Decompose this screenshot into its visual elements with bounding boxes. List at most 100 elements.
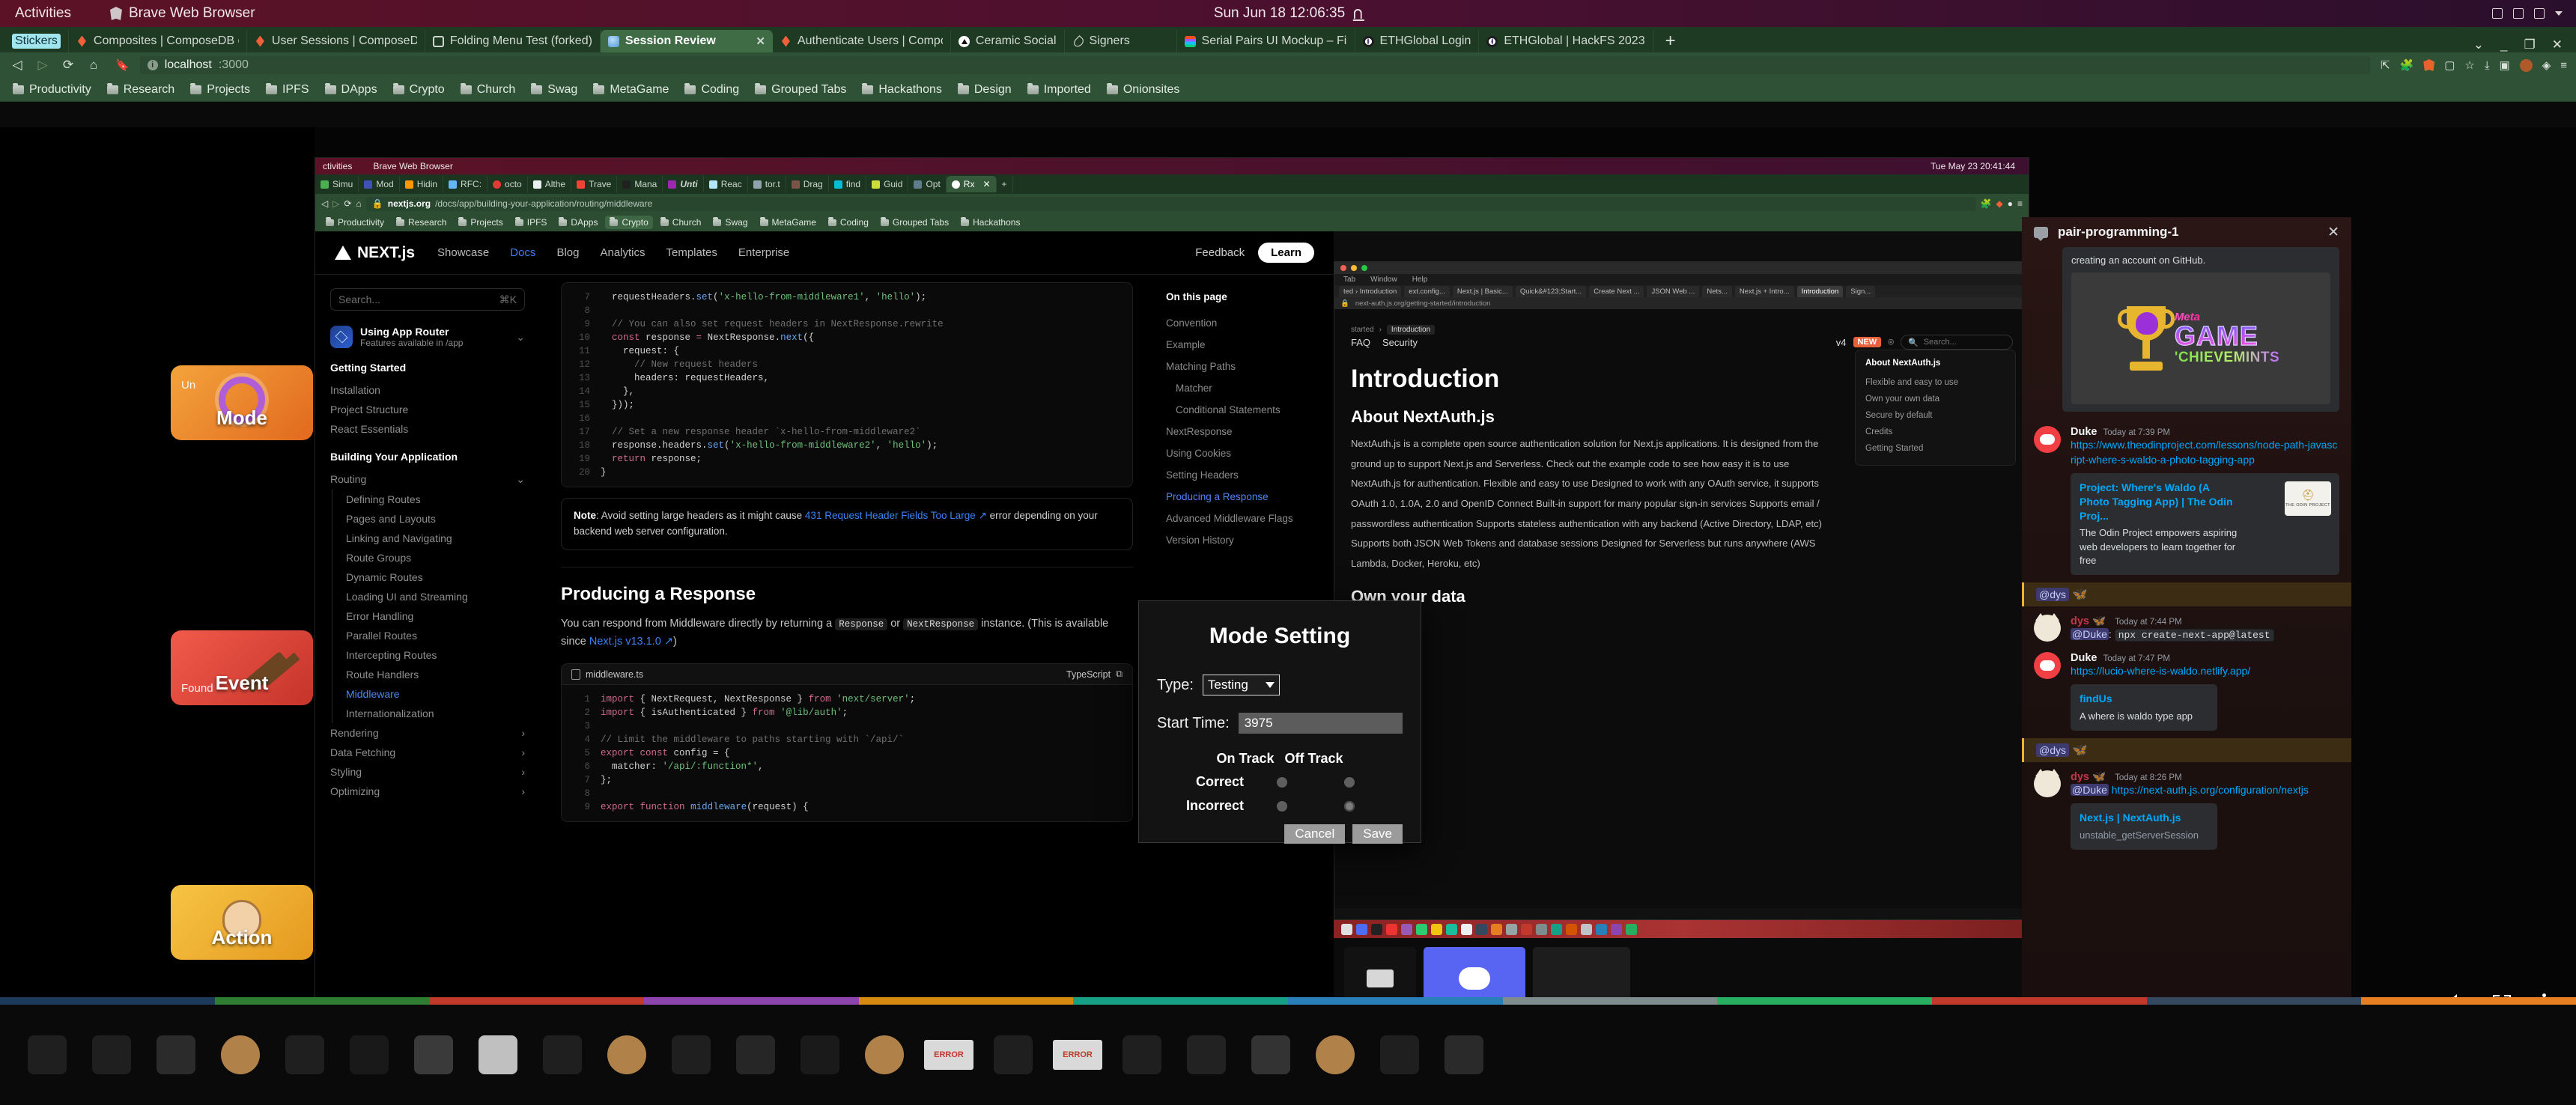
sidebar-item-internationalization[interactable]: Internationalization bbox=[346, 704, 525, 723]
sticker-mode[interactable]: Un Mode bbox=[171, 365, 313, 440]
tab-composites[interactable]: Composites | ComposeDB o bbox=[69, 30, 247, 52]
sidebar-item-rendering[interactable]: Rendering › bbox=[330, 723, 525, 743]
tab-stickers[interactable]: Stickers bbox=[4, 30, 69, 52]
sidebar-item-pages-and-layouts[interactable]: Pages and Layouts bbox=[346, 509, 525, 529]
embed-card-achievemints[interactable]: creating an account on GitHub. Meta GAME… bbox=[2062, 247, 2339, 412]
start-time-input[interactable]: 3975 bbox=[1238, 713, 1403, 734]
recorded-bookmark[interactable]: Hackathons bbox=[956, 216, 1024, 229]
taskbar-item[interactable] bbox=[1367, 1023, 1432, 1087]
bookmark-metagame[interactable]: MetaGame bbox=[586, 81, 675, 99]
recorded-address-bar[interactable]: 🔒 nextjs.org/docs/app/building-your-appl… bbox=[365, 196, 1976, 211]
home-icon[interactable]: ⌂ bbox=[82, 55, 105, 75]
recorded-new-tab[interactable]: + bbox=[997, 176, 1013, 192]
discord-avatar[interactable] bbox=[2034, 426, 2061, 453]
card-title[interactable]: Project: Where's Waldo (A Photo Tagging … bbox=[2080, 481, 2241, 523]
sidebar-item[interactable]: Secure by default bbox=[1865, 407, 2005, 424]
forward-arrow-icon[interactable]: ▷ bbox=[31, 55, 54, 75]
recorded-tab[interactable]: tor.t bbox=[748, 176, 786, 192]
sidebar-item-route-groups[interactable]: Route Groups bbox=[346, 548, 525, 567]
sidebar-item-optimizing[interactable]: Optimizing › bbox=[330, 782, 525, 801]
recorded-tab-active[interactable]: Rx ✕ bbox=[946, 176, 997, 192]
mode-setting-dialog[interactable]: Mode Setting Type: Testing Start Time: 3… bbox=[1138, 600, 1421, 844]
bookmark-star-icon[interactable]: ☆ bbox=[2464, 58, 2474, 72]
recorded-tab[interactable]: Simu bbox=[315, 176, 359, 192]
sidebar-item[interactable]: Credits bbox=[1865, 424, 2005, 440]
recorded-bookmark[interactable]: MetaGame bbox=[756, 216, 821, 229]
toc-item-example[interactable]: Example bbox=[1166, 334, 1322, 356]
mention-label[interactable]: @Duke bbox=[2071, 784, 2109, 797]
radio-correct-on-track[interactable] bbox=[1277, 776, 1287, 788]
message-link[interactable]: https://lucio-where-is-waldo.netlify.app… bbox=[2071, 665, 2250, 677]
bookmark-onionsites[interactable]: Onionsites bbox=[1100, 81, 1187, 99]
tab-ceramic-social[interactable]: Ceramic Social bbox=[951, 30, 1065, 52]
menu-tab[interactable]: Tab bbox=[1343, 276, 1355, 284]
nextauth-address-bar[interactable]: 🔒 next-auth.js.org/getting-started/intro… bbox=[1334, 297, 2029, 309]
recorded-bookmark[interactable]: IPFS bbox=[511, 216, 552, 229]
bookmark-projects[interactable]: Projects bbox=[183, 81, 257, 99]
taskbar-item[interactable] bbox=[1174, 1023, 1239, 1087]
taskbar-item[interactable] bbox=[981, 1023, 1045, 1087]
recorded-tab[interactable]: Trave bbox=[571, 176, 618, 192]
chevron-down-icon[interactable] bbox=[2555, 11, 2563, 16]
breadcrumb-parent[interactable]: started bbox=[1351, 326, 1374, 334]
cancel-button[interactable]: Cancel bbox=[1284, 824, 1346, 844]
home-icon[interactable]: ⌂ bbox=[356, 198, 362, 209]
taskbar-item[interactable] bbox=[788, 1023, 852, 1087]
toc-item-matcher[interactable]: Matcher bbox=[1166, 377, 1322, 399]
taskbar-item[interactable] bbox=[15, 1023, 79, 1087]
recorded-tab[interactable]: Opt bbox=[908, 176, 947, 192]
reload-icon[interactable]: ⟳ bbox=[57, 55, 79, 75]
system-clock[interactable]: Sun Jun 18 12:06:35 bbox=[1214, 5, 1365, 22]
sidebar-item-data-fetching[interactable]: Data Fetching › bbox=[330, 743, 525, 762]
nav-blog[interactable]: Blog bbox=[556, 246, 579, 259]
radio-incorrect-on-track[interactable] bbox=[1277, 800, 1287, 812]
message-link[interactable]: https://www.theodinproject.com/lessons/n… bbox=[2071, 439, 2337, 466]
taskbar-item[interactable] bbox=[852, 1023, 917, 1087]
cast-icon[interactable]: ▣ bbox=[2500, 58, 2510, 72]
toc-item-nextresponse[interactable]: NextResponse bbox=[1166, 421, 1322, 442]
taskbar-item[interactable] bbox=[659, 1023, 723, 1087]
link-preview-card[interactable]: findUs A where is waldo type app bbox=[2071, 684, 2217, 731]
bookmark-icon[interactable]: 🔖 bbox=[115, 58, 130, 72]
nextauth-tab[interactable]: Next.js + Intro... bbox=[1734, 285, 1794, 297]
card-title[interactable]: findUs bbox=[2080, 692, 2208, 706]
taskbar-item[interactable] bbox=[144, 1023, 208, 1087]
tab-signers[interactable]: Signers bbox=[1065, 30, 1177, 52]
volume-icon[interactable] bbox=[2513, 8, 2524, 19]
sidebar-item-dynamic-routes[interactable]: Dynamic Routes bbox=[346, 567, 525, 587]
message-link[interactable]: https://next-auth.js.org/configuration/n… bbox=[2112, 784, 2309, 796]
search-input[interactable]: Search... ⌘K bbox=[330, 288, 525, 311]
toc-item-version-history[interactable]: Version History bbox=[1166, 529, 1322, 551]
radio-incorrect-off-track[interactable] bbox=[1344, 800, 1355, 812]
maximize-button[interactable]: ❐ bbox=[2524, 37, 2536, 52]
bookmark-church[interactable]: Church bbox=[454, 81, 523, 99]
sidebar-item-loading-ui[interactable]: Loading UI and Streaming bbox=[346, 587, 525, 606]
tab-session-review[interactable]: Session Review ✕ bbox=[600, 30, 773, 52]
taskbar-item[interactable] bbox=[1303, 1023, 1367, 1087]
forward-arrow-icon[interactable]: ▷ bbox=[332, 198, 339, 209]
recorded-tab[interactable]: RFC: bbox=[443, 176, 488, 192]
note-link[interactable]: 431 Request Header Fields Too Large ↗ bbox=[805, 510, 987, 521]
bookmark-crypto[interactable]: Crypto bbox=[386, 81, 452, 99]
nav-showcase[interactable]: Showcase bbox=[437, 246, 489, 259]
toc-item-producing-response[interactable]: Producing a Response bbox=[1166, 486, 1322, 508]
close-window-button[interactable]: ✕ bbox=[2552, 37, 2563, 52]
copy-icon[interactable]: ⧉ bbox=[1116, 669, 1123, 680]
tab-search-icon[interactable]: ⌄ bbox=[2473, 37, 2484, 52]
sidebar-item[interactable]: Own your own data bbox=[1865, 391, 2005, 407]
feedback-button[interactable]: Feedback bbox=[1195, 246, 1245, 259]
reload-icon[interactable]: ⟳ bbox=[344, 198, 351, 209]
save-button[interactable]: Save bbox=[1352, 824, 1403, 844]
bookmark-research[interactable]: Research bbox=[100, 81, 181, 99]
tab-user-sessions[interactable]: User Sessions | ComposeDB bbox=[247, 30, 425, 52]
sidebar-item[interactable]: Getting Started bbox=[1865, 440, 2005, 457]
tab-folding-menu-test[interactable]: Folding Menu Test (forked) bbox=[425, 30, 601, 52]
sidebar-item-linking-and-navigating[interactable]: Linking and Navigating bbox=[346, 529, 525, 548]
bookmark-design[interactable]: Design bbox=[951, 81, 1018, 99]
recorded-bookmark-crypto[interactable]: Crypto bbox=[605, 216, 653, 229]
back-arrow-icon[interactable]: ◁ bbox=[321, 198, 328, 209]
version-link[interactable]: Next.js v13.1.0 ↗ bbox=[589, 636, 673, 648]
downloads-icon[interactable]: ⤓ bbox=[2485, 59, 2490, 72]
site-info-icon[interactable]: i bbox=[147, 60, 158, 70]
taskbar-item[interactable] bbox=[466, 1023, 530, 1087]
